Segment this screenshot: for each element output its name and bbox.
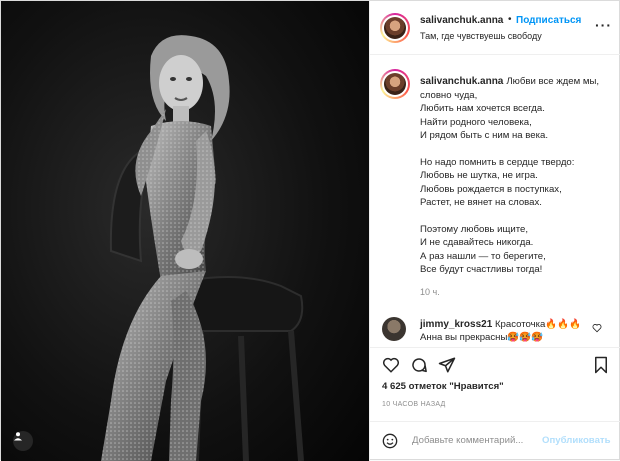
instagram-post: salivanchuk.anna • Подписаться Там, где … — [0, 0, 620, 461]
more-options-icon[interactable]: ··· — [595, 17, 612, 33]
heart-icon[interactable] — [382, 356, 400, 374]
caption-line: Найти родного человека, — [420, 116, 532, 128]
comments-section: salivanchuk.anna Любви все ждем мы, словн… — [370, 55, 620, 347]
caption-line: Любовь рождается в поступках, — [420, 183, 562, 195]
caption-text: salivanchuk.anna Любви все ждем мы, словн… — [420, 75, 616, 277]
caption-line: И не сдавайтесь никогда. — [420, 237, 534, 248]
comment-text-block: jimmy_kross21 Красоточка🔥🔥🔥Анна вы прекр… — [420, 318, 592, 344]
caption-line: А раз нашли — то берегите, — [420, 250, 546, 262]
emoji-icon[interactable] — [382, 433, 398, 449]
add-comment-bar: Опубликовать — [370, 421, 620, 461]
commenter-avatar[interactable] — [382, 317, 406, 341]
comment-icon[interactable] — [410, 356, 428, 374]
author-username[interactable]: salivanchuk.anna — [420, 15, 503, 26]
post-side-panel: salivanchuk.anna • Подписаться Там, где … — [369, 1, 620, 461]
post-photo[interactable] — [1, 1, 369, 461]
post-header: salivanchuk.anna • Подписаться Там, где … — [370, 1, 620, 55]
photo-artwork — [1, 1, 369, 461]
separator-dot: • — [508, 14, 512, 25]
caption-line: Растет, не вянет на словах. — [420, 197, 542, 208]
caption-avatar[interactable] — [380, 69, 410, 99]
post-location[interactable]: Там, где чувствуешь свободу — [420, 31, 542, 41]
caption-line: Любовь не шутка, не игра. — [420, 170, 538, 181]
caption-line: Все будут счастливы тогда! — [420, 264, 543, 275]
bookmark-icon[interactable] — [592, 356, 610, 374]
caption-line: И рядом быть с ним на века. — [420, 130, 549, 141]
caption-line: Любить нам хочется всегда. — [420, 103, 545, 114]
caption-stanza-3: Поэтому любовь ищите, И не сдавайтесь ни… — [420, 223, 616, 277]
caption-username[interactable]: salivanchuk.anna — [420, 76, 503, 87]
caption-stanza-1: Любить нам хочется всегда. Найти родного… — [420, 102, 616, 143]
comment-input[interactable] — [412, 435, 562, 446]
caption-stanza-2: Но надо помнить в сердце твердо: Любовь … — [420, 156, 616, 210]
caption-line: Поэтому любовь ищите, — [420, 223, 528, 235]
author-avatar[interactable] — [380, 13, 410, 43]
commenter-username[interactable]: jimmy_kross21 — [420, 319, 492, 330]
action-bar — [370, 347, 620, 383]
publish-button[interactable]: Опубликовать — [542, 435, 611, 446]
caption-time: 10 ч. — [420, 287, 440, 297]
comment-item: jimmy_kross21 Красоточка🔥🔥🔥Анна вы прекр… — [370, 313, 620, 347]
user-tag-icon — [14, 432, 22, 441]
follow-button[interactable]: Подписаться — [516, 15, 581, 26]
likes-count[interactable]: 4 625 отметок "Нравится" — [382, 381, 504, 392]
user-tag-button[interactable] — [13, 431, 33, 451]
caption-line: Но надо помнить в сердце твердо: — [420, 156, 575, 168]
share-icon[interactable] — [438, 356, 456, 374]
posted-ago[interactable]: 10 ЧАСОВ НАЗАД — [382, 401, 446, 408]
comment-heart-icon[interactable] — [592, 323, 602, 333]
